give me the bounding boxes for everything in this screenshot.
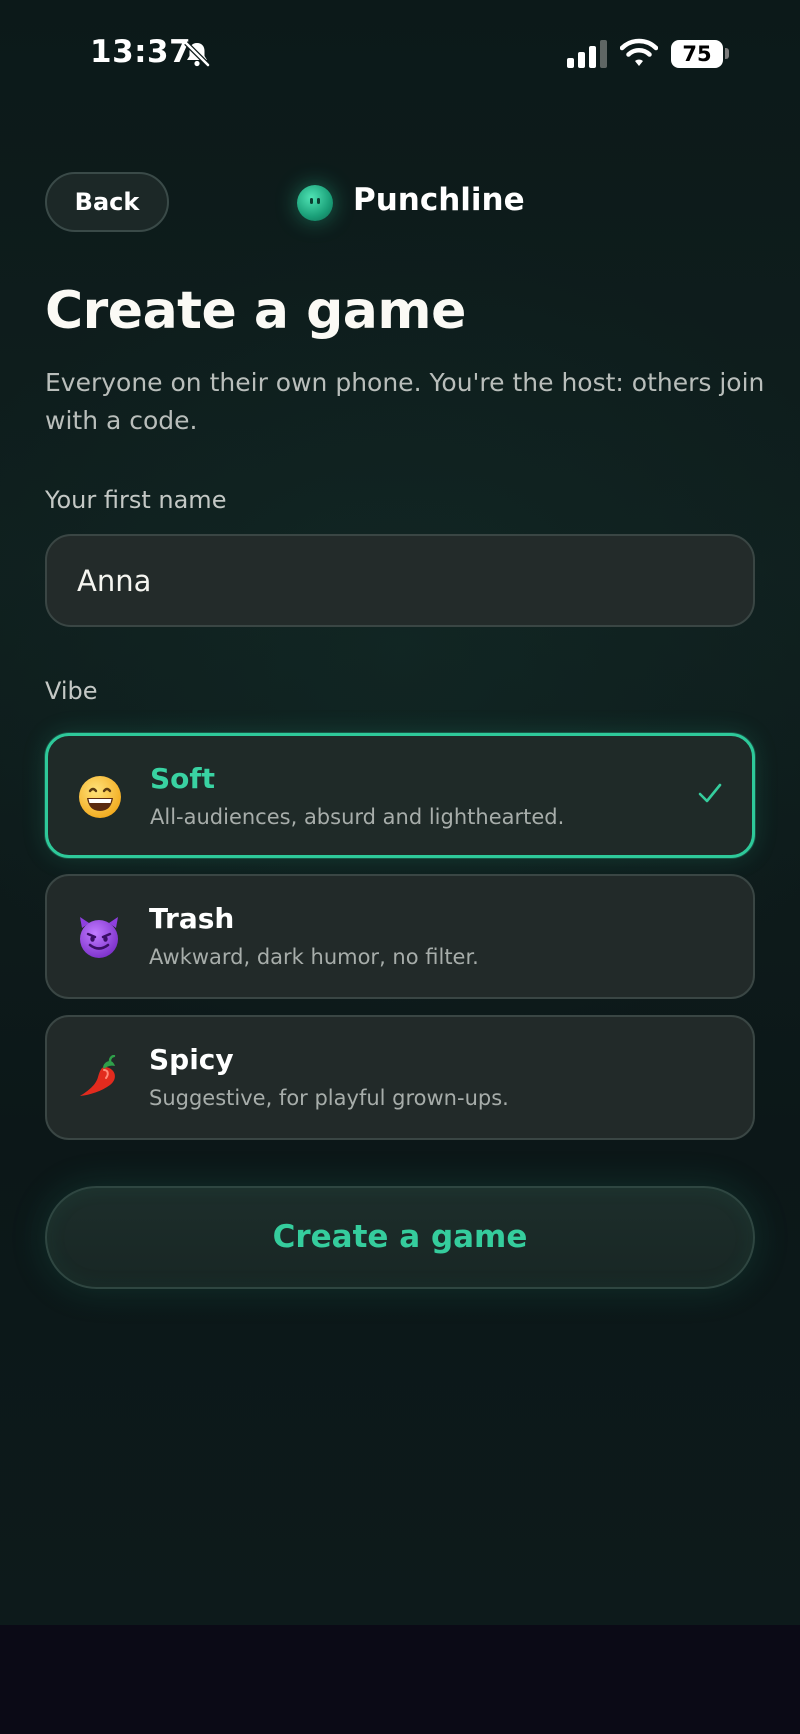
chili-pepper-emoji	[80, 1055, 116, 1096]
brand-name: Punchline	[353, 182, 525, 218]
vibe-title: Soft	[150, 762, 215, 795]
vibe-label: Vibe	[45, 677, 98, 705]
first-name-input[interactable]	[45, 534, 755, 627]
vibe-description: Awkward, dark humor, no filter.	[149, 945, 479, 969]
battery-icon: 75	[671, 40, 723, 68]
back-button[interactable]: Back	[45, 172, 169, 232]
vibe-description: All-audiences, absurd and lighthearted.	[150, 805, 565, 829]
punchline-logo-icon	[297, 185, 333, 221]
vibe-option-soft[interactable]: Soft All-audiences, absurd and lighthear…	[45, 733, 755, 858]
wifi-icon	[620, 38, 658, 66]
battery-cap	[725, 48, 729, 59]
status-time: 13:37	[90, 34, 192, 70]
smiling-devil-emoji	[80, 917, 118, 958]
page-title: Create a game	[45, 281, 466, 341]
vibe-option-spicy[interactable]: Spicy Suggestive, for playful grown-ups.	[45, 1015, 755, 1140]
bell-slash-icon	[184, 41, 210, 67]
bottom-bar	[0, 1625, 800, 1734]
create-game-screen: 13:37 75 Back Punchline Create a game Ev…	[0, 0, 800, 1625]
page-subtitle: Everyone on their own phone. You're the …	[45, 368, 765, 435]
grinning-face-emoji	[79, 776, 121, 818]
status-bar: 13:37 75	[0, 0, 800, 100]
vibe-description: Suggestive, for playful grown-ups.	[149, 1086, 509, 1110]
vibe-title: Trash	[149, 902, 235, 935]
vibe-title: Spicy	[149, 1043, 234, 1076]
first-name-label: Your first name	[45, 486, 227, 514]
create-game-button[interactable]: Create a game	[45, 1186, 755, 1289]
checkmark-icon	[698, 783, 722, 803]
cellular-signal-icon	[567, 40, 607, 68]
vibe-option-trash[interactable]: Trash Awkward, dark humor, no filter.	[45, 874, 755, 999]
